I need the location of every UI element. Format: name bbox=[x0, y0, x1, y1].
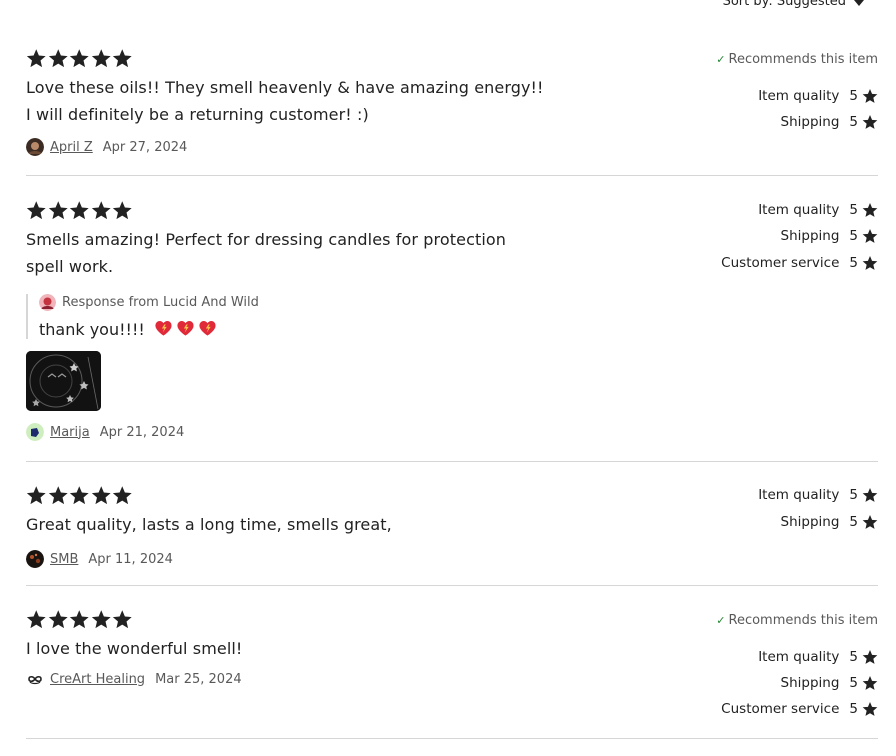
sparkling-heart-icon bbox=[154, 319, 173, 338]
avatar[interactable] bbox=[26, 670, 44, 688]
star-icon bbox=[48, 48, 69, 69]
star-icon bbox=[862, 228, 878, 244]
star-icon bbox=[862, 649, 878, 665]
review-date: Apr 11, 2024 bbox=[88, 551, 173, 567]
star-icon bbox=[862, 114, 878, 130]
rating-item-quality: Item quality 5 bbox=[758, 487, 878, 503]
rating-customer-service: Customer service 5 bbox=[721, 255, 878, 271]
review-date: Apr 27, 2024 bbox=[102, 139, 188, 155]
star-icon bbox=[91, 200, 112, 221]
rating-customer-service: Customer service 5 bbox=[721, 701, 878, 717]
star-icon bbox=[69, 609, 90, 630]
star-icon bbox=[112, 200, 133, 221]
response-text: thank you!!!! bbox=[39, 320, 145, 339]
star-icon bbox=[112, 485, 133, 506]
review-photo[interactable] bbox=[26, 351, 101, 411]
review-text: Great quality, lasts a long time, smells… bbox=[26, 515, 392, 534]
star-icon bbox=[48, 485, 69, 506]
star-icon bbox=[862, 202, 878, 218]
star-icon bbox=[862, 514, 878, 530]
seller-avatar[interactable] bbox=[39, 294, 56, 311]
star-icon bbox=[26, 609, 47, 630]
reviewer-name[interactable]: Marija bbox=[50, 425, 90, 440]
reviewer-name[interactable]: CreArt Healing bbox=[50, 672, 145, 687]
rating-item-quality: Item quality 5 bbox=[758, 88, 878, 104]
rating-item-quality: Item quality 5 bbox=[758, 649, 878, 665]
review-item: Great quality, lasts a long time, smells… bbox=[26, 485, 878, 586]
star-icon bbox=[112, 48, 133, 69]
recommends-badge: ✓ Recommends this item bbox=[716, 613, 878, 628]
recommends-badge: ✓ Recommends this item bbox=[716, 52, 878, 67]
star-rating bbox=[26, 485, 878, 507]
star-icon bbox=[862, 88, 878, 104]
check-icon: ✓ bbox=[716, 614, 726, 627]
rating-item-quality: Item quality 5 bbox=[758, 202, 878, 218]
chevron-down-icon bbox=[854, 0, 864, 6]
review-date: Apr 21, 2024 bbox=[99, 424, 185, 440]
rating-shipping: Shipping 5 bbox=[781, 514, 879, 530]
star-icon bbox=[26, 200, 47, 221]
star-icon bbox=[69, 48, 90, 69]
star-icon bbox=[91, 609, 112, 630]
star-icon bbox=[26, 48, 47, 69]
star-icon bbox=[48, 200, 69, 221]
star-rating bbox=[26, 200, 878, 222]
avatar[interactable] bbox=[26, 138, 44, 156]
review-text: I love the wonderful smell! bbox=[26, 639, 243, 658]
avatar[interactable] bbox=[26, 550, 44, 568]
review-text: Smells amazing! Perfect for dressing can… bbox=[26, 230, 507, 276]
star-icon bbox=[48, 609, 69, 630]
star-icon bbox=[112, 609, 133, 630]
sparkling-heart-icon bbox=[198, 319, 217, 338]
avatar[interactable] bbox=[26, 423, 44, 441]
sort-label: Sort by: Suggested bbox=[722, 0, 846, 9]
review-item: I love the wonderful smell! CreArt Heali… bbox=[26, 609, 878, 739]
review-item: Love these oils!! They smell heavenly & … bbox=[26, 48, 878, 176]
star-icon bbox=[69, 200, 90, 221]
star-icon bbox=[26, 485, 47, 506]
star-icon bbox=[69, 485, 90, 506]
star-icon bbox=[91, 485, 112, 506]
rating-shipping: Shipping 5 bbox=[781, 114, 879, 130]
review-date: Mar 25, 2024 bbox=[155, 671, 242, 687]
star-icon bbox=[862, 487, 878, 503]
rating-shipping: Shipping 5 bbox=[781, 675, 879, 691]
seller-response: Response from Lucid And Wild thank you!!… bbox=[26, 294, 878, 339]
sort-dropdown[interactable]: Sort by: Suggested bbox=[723, 0, 864, 9]
sparkling-heart-icon bbox=[176, 319, 195, 338]
reviewer-name[interactable]: SMB bbox=[50, 552, 78, 567]
response-from: Response from Lucid And Wild bbox=[62, 295, 259, 310]
star-icon bbox=[862, 675, 878, 691]
review-text: Love these oils!! They smell heavenly & … bbox=[26, 78, 544, 124]
star-icon bbox=[862, 255, 878, 271]
check-icon: ✓ bbox=[716, 53, 726, 66]
star-icon bbox=[91, 48, 112, 69]
star-icon bbox=[862, 701, 878, 717]
rating-shipping: Shipping 5 bbox=[781, 228, 879, 244]
reviewer-name[interactable]: April Z bbox=[50, 140, 93, 155]
review-item: Smells amazing! Perfect for dressing can… bbox=[26, 200, 878, 462]
